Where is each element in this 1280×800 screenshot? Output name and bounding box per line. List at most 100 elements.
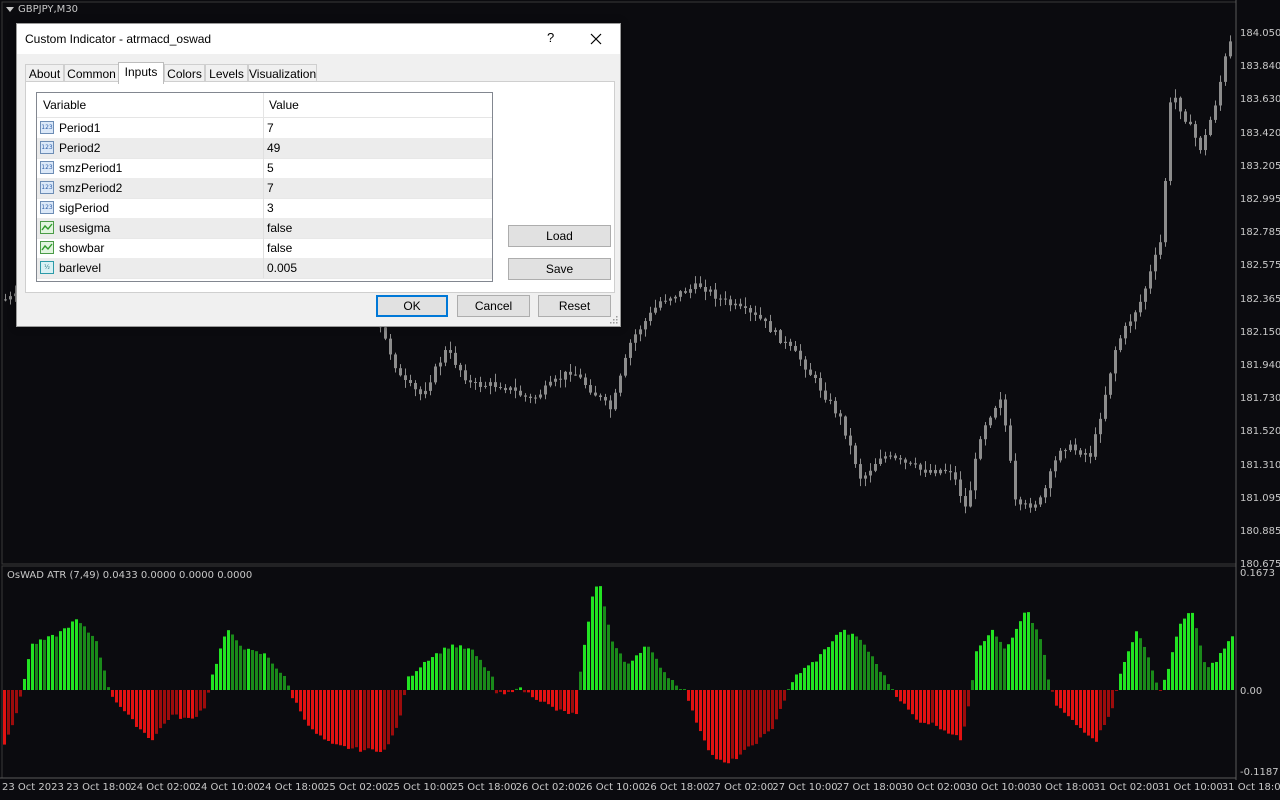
cancel-button[interactable]: Cancel (457, 295, 530, 317)
candle-body (1094, 434, 1097, 457)
histogram-bar (691, 690, 694, 711)
histogram-bar (819, 654, 822, 690)
variable-value[interactable]: 49 (267, 141, 280, 155)
candle-body (539, 394, 542, 398)
histogram-bar (1219, 653, 1222, 690)
histogram-bar (371, 690, 374, 750)
histogram-bar (47, 636, 50, 690)
candle-body (904, 459, 907, 463)
table-row[interactable]: 123 smzPeriod2 7 (37, 178, 492, 199)
dropdown-triangle-icon[interactable] (6, 6, 14, 12)
histogram-bar (1171, 652, 1174, 690)
candle-body (984, 425, 987, 440)
candle-body (699, 283, 702, 287)
table-row[interactable]: 123 smzPeriod1 5 (37, 158, 492, 179)
histogram-bar (931, 690, 934, 723)
histogram-bar (671, 680, 674, 690)
candle-body (1039, 497, 1042, 505)
variable-value[interactable]: false (267, 221, 292, 235)
save-button[interactable]: Save (508, 258, 611, 280)
inputs-grid[interactable]: Variable Value 123 Period1 7 123 Period2 49 12… (36, 92, 493, 282)
price-tick-label: 182.995 (1240, 194, 1280, 205)
candle-body (624, 357, 627, 376)
histogram-bar (987, 635, 990, 690)
histogram-bar (587, 621, 590, 690)
histogram-bar (903, 690, 906, 704)
table-row[interactable]: 123 Period2 49 (37, 138, 492, 159)
candle-body (479, 381, 482, 387)
histogram-bar (1231, 636, 1234, 690)
ok-button[interactable]: OK (376, 295, 448, 317)
histogram-bar (155, 690, 158, 734)
histogram-bar (499, 690, 502, 692)
dialog-titlebar[interactable]: Custom Indicator - atrmacd_oswad ? (17, 24, 620, 54)
histogram-bar (431, 657, 434, 690)
histogram-bar (127, 690, 130, 715)
histogram-bar (967, 690, 970, 707)
histogram-bar (475, 656, 478, 690)
table-row[interactable]: 123 Period1 7 (37, 118, 492, 139)
column-header-variable[interactable]: Variable (43, 98, 86, 112)
histogram-bar (943, 690, 946, 731)
candle-body (389, 338, 392, 355)
histogram-bar (331, 690, 334, 744)
load-button[interactable]: Load (508, 225, 611, 247)
histogram-bar (495, 690, 498, 694)
candle-body (409, 380, 412, 383)
histogram-bar (1015, 628, 1018, 690)
histogram-bar (123, 690, 126, 712)
candle-body (1144, 288, 1147, 302)
candle-body (1184, 111, 1187, 122)
oscillator-tick-label: -0.1187 (1240, 767, 1279, 778)
candle-body (769, 321, 772, 332)
candle-body (439, 362, 442, 367)
candle-body (414, 382, 417, 390)
histogram-bar (1087, 690, 1090, 736)
histogram-bar (975, 651, 978, 690)
close-icon[interactable] (583, 26, 609, 52)
column-header-value[interactable]: Value (269, 98, 299, 112)
histogram-bar (167, 690, 170, 721)
histogram-bar (27, 659, 30, 690)
candle-body (829, 399, 832, 401)
price-tick-label: 182.365 (1240, 293, 1280, 305)
table-row[interactable]: usesigma false (37, 218, 492, 239)
histogram-bar (443, 647, 446, 690)
histogram-bar (955, 690, 958, 736)
candle-body (464, 370, 467, 381)
variable-value[interactable]: 3 (267, 201, 274, 215)
help-button[interactable]: ? (547, 30, 554, 45)
histogram-bar (91, 635, 94, 690)
variable-value[interactable]: false (267, 241, 292, 255)
histogram-bar (1103, 690, 1106, 726)
histogram-bar (291, 690, 294, 699)
table-row[interactable]: showbar false (37, 238, 492, 259)
candle-body (894, 455, 897, 459)
histogram-bar (1227, 641, 1230, 690)
histogram-bar (1067, 690, 1070, 717)
histogram-bar (159, 690, 162, 729)
candle-body (694, 283, 697, 290)
variable-value[interactable]: 7 (267, 121, 274, 135)
variable-value[interactable]: 7 (267, 181, 274, 195)
histogram-bar (535, 690, 538, 700)
table-row[interactable]: ½ barlevel 0.005 (37, 258, 492, 279)
price-tick-label: 181.095 (1240, 492, 1280, 504)
variable-value[interactable]: 0.005 (267, 261, 297, 275)
histogram-bar (1175, 636, 1178, 690)
resize-grip-icon[interactable] (610, 316, 618, 324)
table-row[interactable]: 123 sigPeriod 3 (37, 198, 492, 219)
candle-body (634, 334, 637, 343)
reset-button[interactable]: Reset (538, 295, 611, 317)
candle-body (1214, 105, 1217, 120)
histogram-bar (907, 690, 910, 710)
histogram-bar (1071, 690, 1074, 720)
tab-inputs[interactable]: Inputs (118, 62, 164, 84)
column-divider[interactable] (263, 93, 264, 117)
histogram-bar (959, 690, 962, 741)
candle-body (1159, 242, 1162, 255)
histogram-bar (739, 690, 742, 755)
histogram-bar (763, 690, 766, 734)
variable-value[interactable]: 5 (267, 161, 274, 175)
histogram-bar (175, 690, 178, 715)
